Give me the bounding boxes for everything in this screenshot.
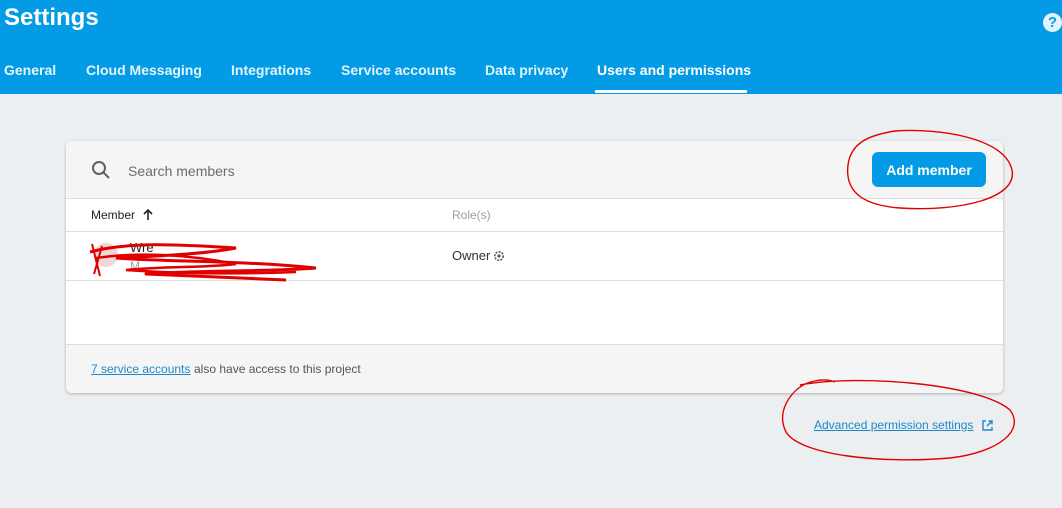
footer-text: also have access to this project xyxy=(194,362,361,376)
members-toolbar: Add member xyxy=(66,141,1003,199)
add-member-button[interactable]: Add member xyxy=(872,152,986,187)
tab-data-privacy[interactable]: Data privacy xyxy=(485,62,568,78)
help-circle-icon[interactable]: ? xyxy=(1043,13,1062,32)
search-members-input[interactable] xyxy=(126,159,630,183)
app-header: Settings ? General Cloud Messaging Integ… xyxy=(0,0,1062,94)
column-member[interactable]: Member xyxy=(91,208,135,222)
members-table-header: Member Role(s) xyxy=(66,199,1003,232)
members-card: Add member Member Role(s) Wre M Owner 7 … xyxy=(66,141,1003,393)
members-footer: 7 service accounts also have access to t… xyxy=(66,344,1003,393)
column-roles: Role(s) xyxy=(452,208,491,222)
tab-service-accounts[interactable]: Service accounts xyxy=(341,62,456,78)
page-title: Settings xyxy=(4,4,99,31)
advanced-permission-settings-link[interactable]: Advanced permission settings xyxy=(814,418,973,432)
active-tab-indicator xyxy=(595,90,747,93)
service-accounts-link[interactable]: 7 service accounts xyxy=(91,362,190,376)
redaction-scribble xyxy=(89,243,317,282)
arrow-up-icon[interactable] xyxy=(142,208,154,221)
tab-integrations[interactable]: Integrations xyxy=(231,62,311,78)
tab-general[interactable]: General xyxy=(4,62,56,78)
open-in-new-icon[interactable] xyxy=(981,419,994,432)
tab-users-and-permissions[interactable]: Users and permissions xyxy=(597,62,751,78)
search-icon xyxy=(92,161,110,179)
settings-icon xyxy=(494,251,504,261)
member-row[interactable]: Wre M Owner xyxy=(66,232,1003,282)
role-owner: Owner xyxy=(452,248,491,263)
tab-cloud-messaging[interactable]: Cloud Messaging xyxy=(86,62,202,78)
